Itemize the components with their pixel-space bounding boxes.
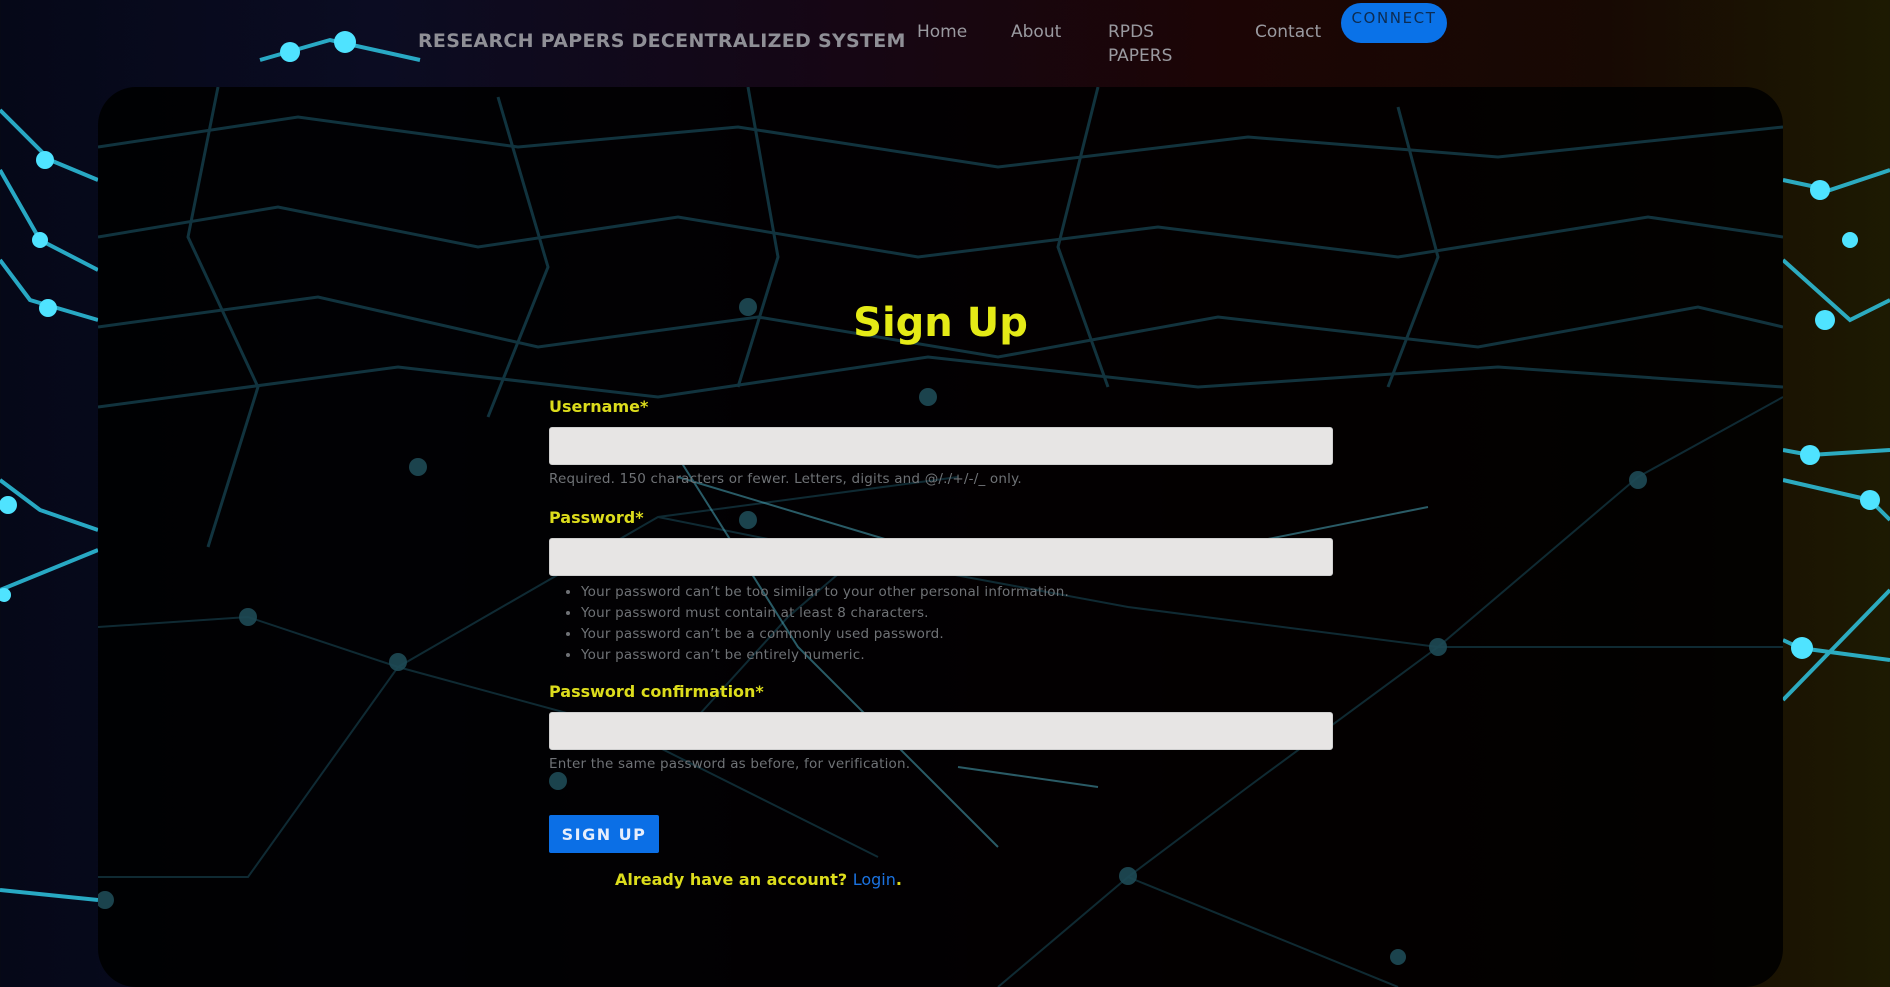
password-confirmation-help-text: Enter the same password as before, for v… [549, 756, 911, 772]
nav-rpds-papers-link[interactable]: RPDS PAPERS [1108, 20, 1198, 68]
login-link[interactable]: Login [853, 870, 896, 889]
nav-home-link[interactable]: Home [917, 20, 967, 44]
password-rule: Your password can’t be too similar to yo… [581, 582, 1069, 603]
login-prompt-text: Already have an account? [615, 870, 848, 889]
password-confirmation-input[interactable] [549, 712, 1333, 750]
password-confirmation-label: Password confirmation* [549, 682, 764, 701]
login-prompt: Already have an account? Login. [615, 870, 902, 889]
signup-form: Sign Up Username* Required. 150 characte… [98, 87, 1783, 987]
password-label: Password* [549, 508, 644, 527]
username-help-text: Required. 150 characters or fewer. Lette… [549, 471, 1022, 487]
password-input[interactable] [549, 538, 1333, 576]
password-rule: Your password must contain at least 8 ch… [581, 603, 1069, 624]
username-label: Username* [549, 397, 649, 416]
password-rule: Your password can’t be a commonly used p… [581, 624, 1069, 645]
username-input[interactable] [549, 427, 1333, 465]
signup-card: Sign Up Username* Required. 150 characte… [98, 87, 1783, 987]
sign-up-button[interactable]: SIGN UP [549, 815, 659, 853]
login-suffix: . [895, 870, 902, 889]
nav-about-link[interactable]: About [1011, 20, 1061, 44]
top-navbar: RESEARCH PAPERS DECENTRALIZED SYSTEM Hom… [0, 0, 1890, 88]
nav-contact-link[interactable]: Contact [1255, 20, 1321, 44]
connect-button[interactable]: CONNECT [1341, 3, 1447, 43]
page-title: Sign Up [853, 300, 1028, 346]
password-rule: Your password can’t be entirely numeric. [581, 645, 1069, 666]
password-rules-list: Your password can’t be too similar to yo… [549, 582, 1069, 666]
brand-title[interactable]: RESEARCH PAPERS DECENTRALIZED SYSTEM [418, 30, 906, 52]
